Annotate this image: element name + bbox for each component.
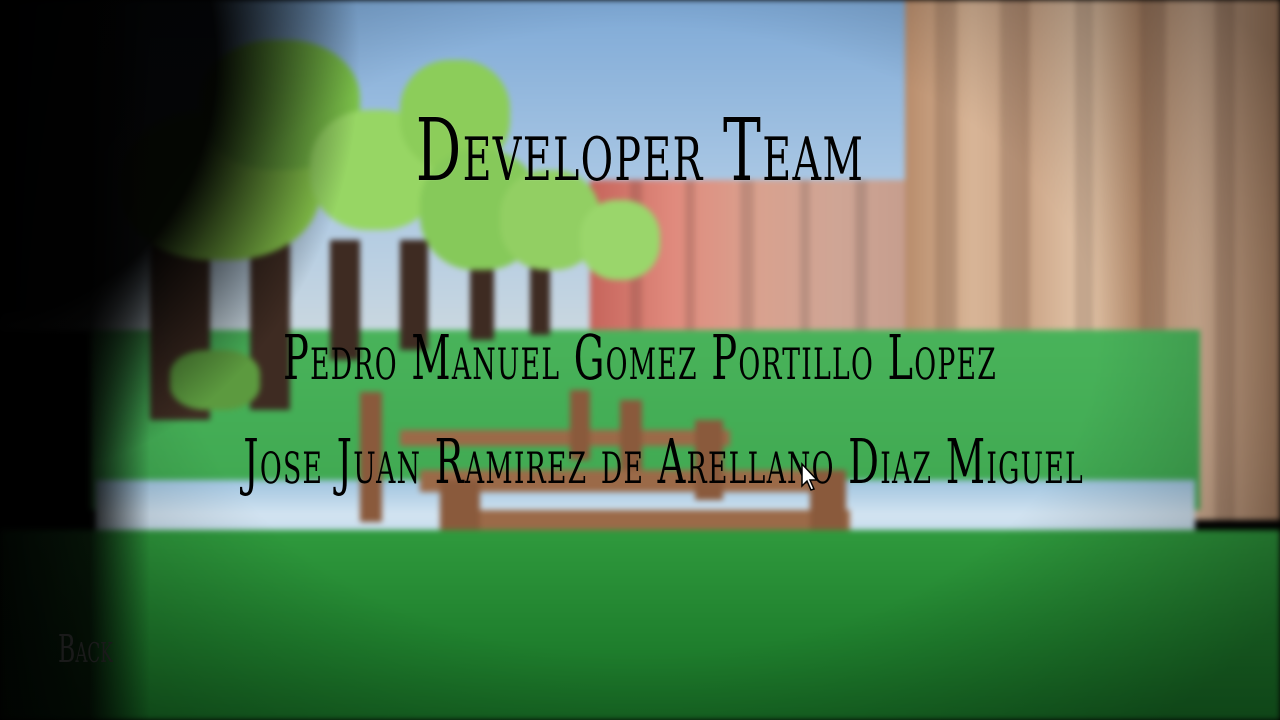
credits-screen: Developer Team Pedro Manuel Gomez Portil… (0, 0, 1280, 720)
credit-name-2: Jose Juan Ramirez de Arellano Diaz Migue… (243, 425, 1084, 498)
page-title: Developer Team (415, 101, 865, 201)
credit-name-1: Pedro Manuel Gomez Portillo Lopez (282, 321, 998, 394)
mouse-pointer-icon (801, 462, 819, 491)
back-button[interactable]: Back (58, 624, 113, 674)
